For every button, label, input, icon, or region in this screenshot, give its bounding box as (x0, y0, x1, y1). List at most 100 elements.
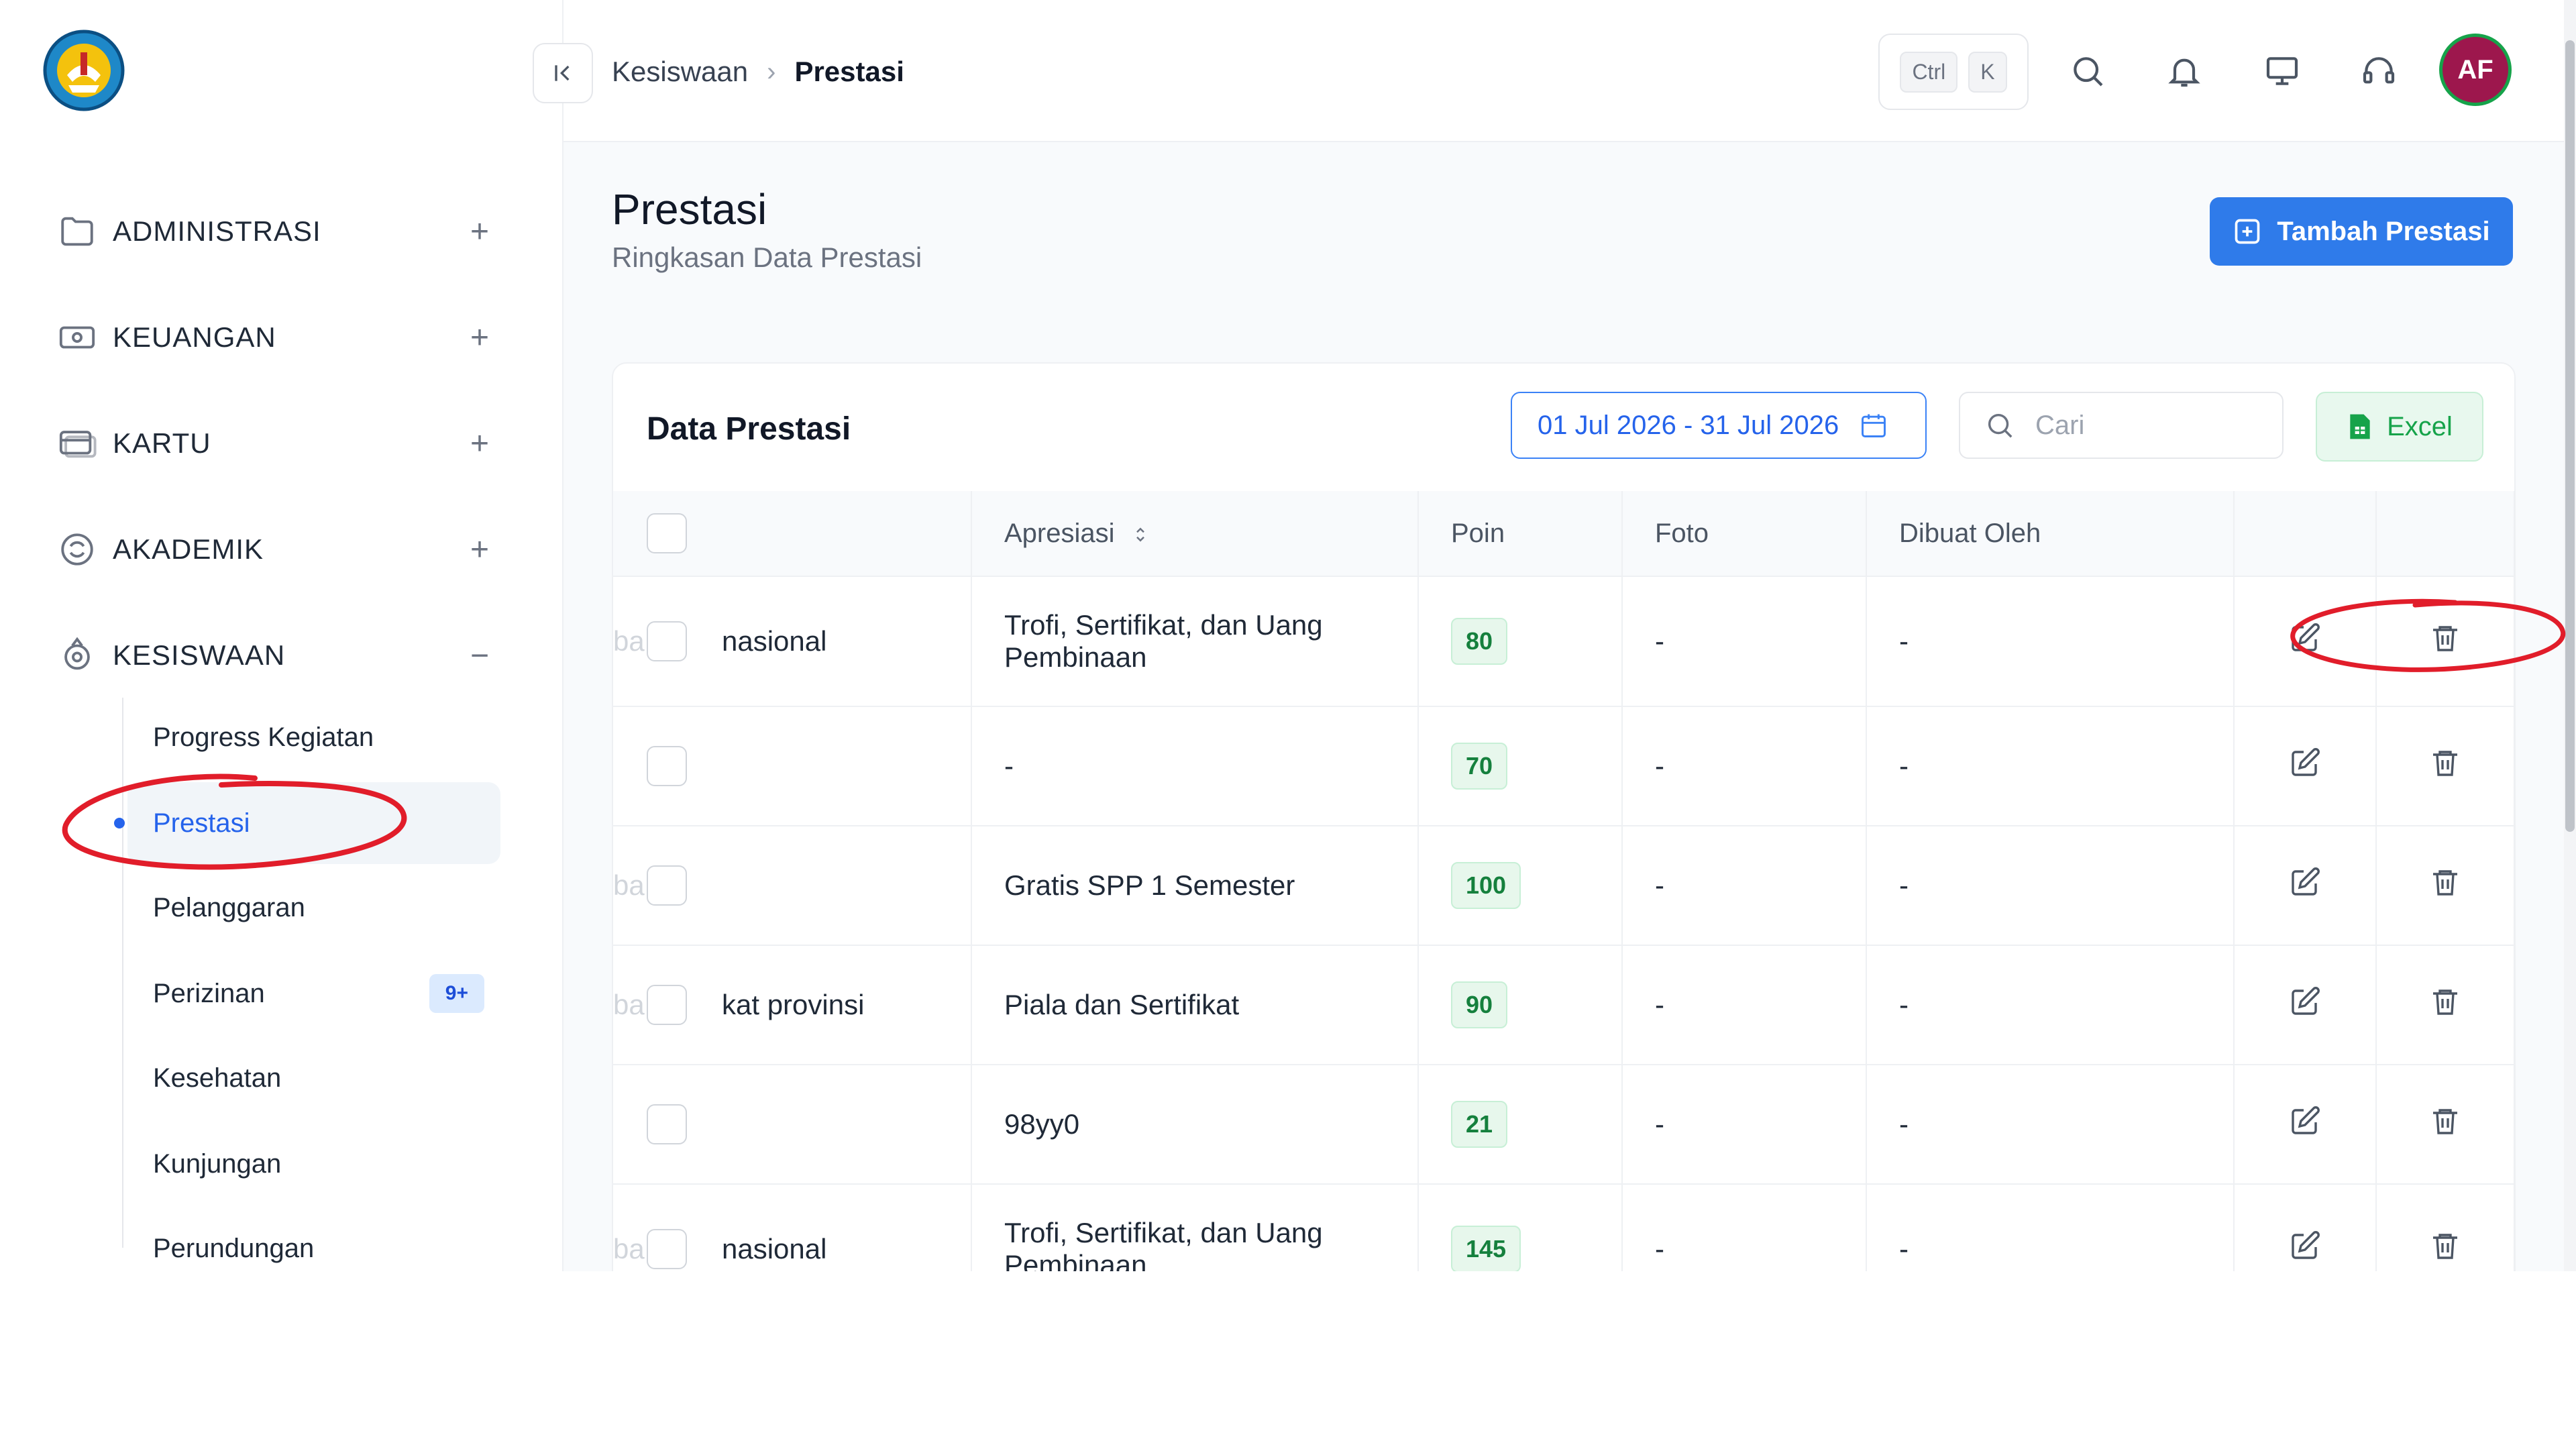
trash-icon[interactable] (2429, 747, 2461, 779)
add-prestasi-button[interactable]: Tambah Prestasi (2210, 197, 2513, 266)
poin-badge: 21 (1451, 1101, 1508, 1148)
apresiasi-cell: Piala dan Sertifikat (971, 945, 1419, 1065)
page-title: Prestasi (612, 185, 767, 233)
collapse-section-icon[interactable]: − (463, 638, 496, 674)
poin-cell: 21 (1418, 1065, 1623, 1185)
expand-icon[interactable]: + (463, 532, 496, 568)
nav-label: KEUANGAN (113, 321, 276, 353)
column-header-edit (2234, 491, 2377, 577)
dibuat-oleh-cell: - (1866, 706, 2235, 826)
date-range-picker[interactable]: 01 Jul 2026 - 31 Jul 2026 (1511, 392, 1927, 459)
trash-icon[interactable] (2429, 1105, 2461, 1137)
command-palette-shortcut[interactable]: Ctrl K (1878, 34, 2029, 110)
dibuat-oleh-cell: - (1866, 1065, 2235, 1185)
search-icon (1988, 413, 2012, 438)
edit-icon[interactable] (2289, 747, 2321, 779)
sidebar-item-progress-kegiatan[interactable]: Progress Kegiatan (127, 696, 500, 778)
expand-icon[interactable]: + (463, 426, 496, 462)
row-name-hidden: ba (613, 989, 645, 1020)
row-name-cell: ba kat provinsi (613, 945, 972, 1065)
collapse-sidebar-button[interactable] (533, 43, 593, 103)
delete-cell (2376, 826, 2514, 946)
nav-keuangan[interactable]: KEUANGAN + (54, 301, 496, 374)
foto-cell: - (1622, 945, 1867, 1065)
dibuat-oleh-cell: - (1866, 945, 2235, 1065)
breadcrumb: Kesiswaan › Prestasi (612, 48, 904, 95)
breadcrumb-current: Prestasi (794, 56, 904, 87)
foto-cell: - (1622, 706, 1867, 826)
delete-cell (2376, 945, 2514, 1065)
chevron-right-icon: › (767, 56, 776, 87)
subnav-line (122, 698, 123, 1248)
nav-administrasi[interactable]: ADMINISTRASI + (54, 195, 496, 268)
data-card: Data Prestasi 01 Jul 2026 - 31 Jul 2026 … (612, 362, 2516, 1271)
trash-icon[interactable] (2429, 985, 2461, 1018)
sub-label: Kunjungan (153, 1148, 282, 1179)
search-input[interactable] (2034, 409, 2238, 441)
trash-icon[interactable] (2429, 622, 2461, 654)
sidebar-item-perundungan[interactable]: Perundungan (127, 1208, 500, 1271)
sidebar-item-pelanggaran[interactable]: Pelanggaran (127, 867, 500, 949)
row-checkbox[interactable] (647, 1104, 687, 1144)
sub-label: Perundungan (153, 1233, 315, 1263)
row-checkbox[interactable] (647, 621, 687, 661)
sidebar: ADMINISTRASI + KEUANGAN + KARTU + AKADEM… (0, 0, 564, 1271)
nav-label: KARTU (113, 427, 211, 459)
row-checkbox[interactable] (647, 746, 687, 786)
trash-icon[interactable] (2429, 866, 2461, 898)
nav-kesiswaan[interactable]: KESISWAAN − (54, 619, 496, 692)
search-box[interactable] (1959, 392, 2284, 459)
sidebar-item-perizinan[interactable]: Perizinan 9+ (127, 953, 500, 1034)
school-logo[interactable] (42, 28, 126, 113)
bell-icon[interactable] (2160, 47, 2208, 95)
nav-label: ADMINISTRASI (113, 215, 321, 247)
column-label: Apresiasi (1004, 518, 1115, 548)
edit-cell (2234, 706, 2377, 826)
app-window: ADMINISTRASI + KEUANGAN + KARTU + AKADEM… (0, 0, 2576, 1271)
folder-icon (54, 208, 101, 255)
user-avatar[interactable]: AF (2439, 34, 2512, 106)
row-checkbox[interactable] (647, 985, 687, 1025)
column-header-apresiasi[interactable]: Apresiasi (971, 491, 1419, 577)
row-name-cell: ba (613, 826, 972, 946)
apresiasi-cell: Trofi, Sertifikat, dan Uang Pembinaan (971, 1184, 1419, 1271)
scrollbar-thumb[interactable] (2565, 40, 2575, 832)
row-name-cell: ba nasional (613, 576, 972, 707)
sidebar-item-prestasi[interactable]: Prestasi (114, 782, 500, 864)
edit-icon[interactable] (2289, 985, 2321, 1018)
table-row: ba kat provinsi Piala dan Sertifikat 90 … (613, 945, 2514, 1065)
headset-icon[interactable] (2355, 47, 2403, 95)
edit-icon[interactable] (2289, 1230, 2321, 1262)
card-title: Data Prestasi (647, 411, 851, 447)
edit-cell (2234, 945, 2377, 1065)
export-excel-button[interactable]: Excel (2316, 392, 2483, 462)
select-all-checkbox[interactable] (647, 513, 687, 553)
edit-cell (2234, 826, 2377, 946)
row-checkbox[interactable] (647, 865, 687, 906)
breadcrumb-parent[interactable]: Kesiswaan (612, 56, 748, 88)
edit-icon[interactable] (2289, 622, 2321, 654)
add-button-label: Tambah Prestasi (2277, 216, 2490, 246)
edit-icon[interactable] (2289, 1105, 2321, 1137)
monitor-icon[interactable] (2258, 47, 2306, 95)
edit-icon[interactable] (2289, 866, 2321, 898)
row-name-hidden: ba (613, 625, 645, 657)
expand-icon[interactable]: + (463, 320, 496, 356)
foto-cell: - (1622, 1184, 1867, 1271)
sidebar-item-kesehatan[interactable]: Kesehatan (127, 1037, 500, 1119)
nav-akademik[interactable]: AKADEMIK + (54, 513, 496, 586)
edit-cell (2234, 1065, 2377, 1185)
nav-kartu[interactable]: KARTU + (54, 407, 496, 480)
trash-icon[interactable] (2429, 1230, 2461, 1262)
row-checkbox[interactable] (647, 1229, 687, 1269)
prestasi-table: Apresiasi Poin Foto Dibuat Oleh ba nasio… (613, 491, 2514, 1271)
sub-label: Perizinan (153, 978, 265, 1008)
poin-cell: 90 (1418, 945, 1623, 1065)
count-badge: 9+ (429, 974, 484, 1013)
dibuat-oleh-cell: - (1866, 576, 2235, 707)
search-icon[interactable] (2063, 47, 2112, 95)
calendar-icon (1862, 414, 1886, 437)
sidebar-item-kunjungan[interactable]: Kunjungan (127, 1123, 500, 1205)
expand-icon[interactable]: + (463, 214, 496, 250)
table-row: ba nasional Trofi, Sertifikat, dan Uang … (613, 576, 2514, 707)
